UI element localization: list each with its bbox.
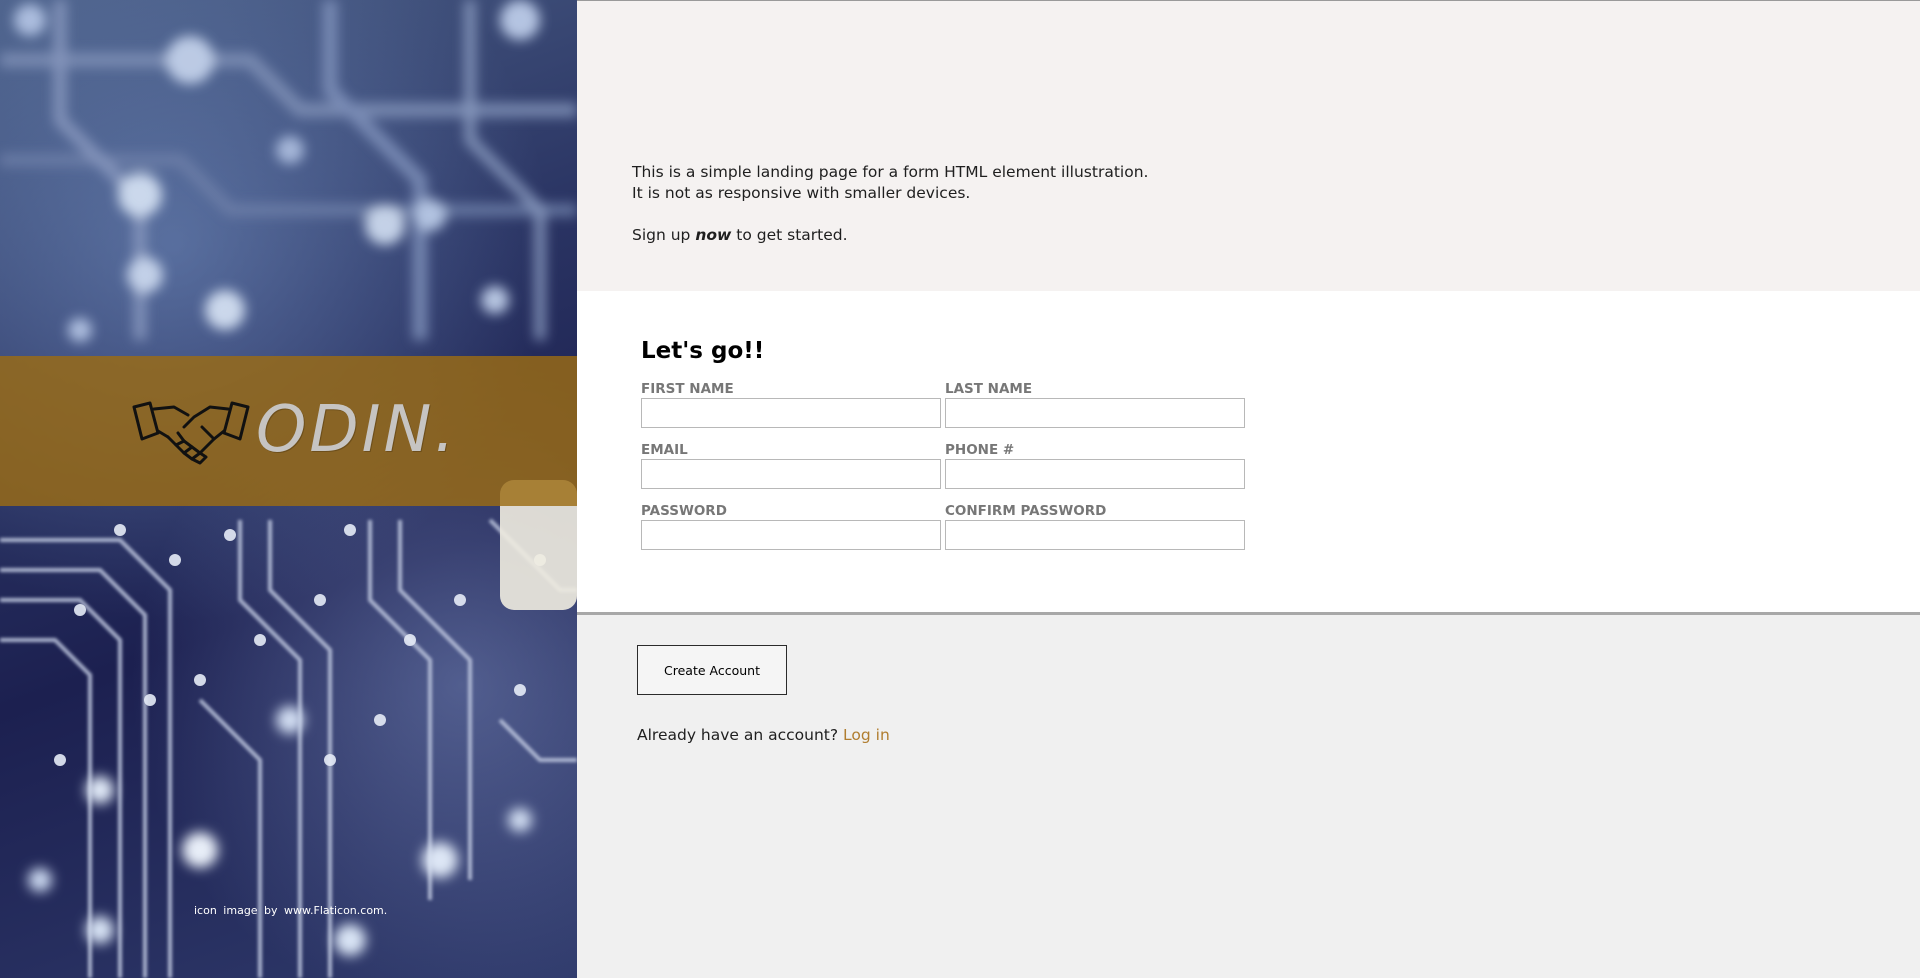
intro-line-3-after: to get started. <box>731 226 848 244</box>
phone-label: PHONE # <box>945 442 1015 458</box>
intro-line-3-before: Sign up <box>632 226 696 244</box>
email-input[interactable] <box>641 459 941 489</box>
last-name-input[interactable] <box>945 398 1245 428</box>
email-group: EMAIL <box>641 442 941 489</box>
confirm-password-group: CONFIRM PASSWORD <box>945 503 1245 550</box>
signup-form-section: Let's go!! FIRST NAME LAST NAME EMAIL PH… <box>577 291 1920 615</box>
handshake-icon <box>132 401 250 465</box>
first-name-group: FIRST NAME <box>641 381 941 428</box>
hero-panel: ODIN. icon image by www.Flaticon.com. <box>0 0 577 978</box>
intro-section: This is a simple landing page for a form… <box>577 0 1920 291</box>
phone-group: PHONE # <box>945 442 1245 489</box>
intro-line-3: Sign up now to get started. <box>632 225 848 246</box>
last-name-group: LAST NAME <box>945 381 1245 428</box>
confirm-password-input[interactable] <box>945 520 1245 550</box>
email-label: EMAIL <box>641 442 688 458</box>
last-name-label: LAST NAME <box>945 381 1033 397</box>
logo-text: ODIN. <box>256 393 458 467</box>
password-label: PASSWORD <box>641 503 727 519</box>
phone-input[interactable] <box>945 459 1245 489</box>
password-group: PASSWORD <box>641 503 941 550</box>
intro-line-2: It is not as responsive with smaller dev… <box>632 184 971 202</box>
form-title: Let's go!! <box>641 338 765 364</box>
password-input[interactable] <box>641 520 941 550</box>
login-prompt: Already have an account? Log in <box>637 726 890 744</box>
first-name-label: FIRST NAME <box>641 381 734 397</box>
login-link[interactable]: Log in <box>843 726 890 744</box>
icon-credit: icon image by www.Flaticon.com. <box>194 904 388 917</box>
intro-line-1: This is a simple landing page for a form… <box>632 163 1149 181</box>
confirm-password-label: CONFIRM PASSWORD <box>945 503 1107 519</box>
create-account-button[interactable]: Create Account <box>637 645 787 695</box>
first-name-input[interactable] <box>641 398 941 428</box>
intro-emphasis-now: now <box>695 226 732 244</box>
login-prompt-text: Already have an account? <box>637 726 844 744</box>
logo: ODIN. <box>128 380 458 480</box>
actions-section: Create Account Already have an account? … <box>577 615 1920 978</box>
